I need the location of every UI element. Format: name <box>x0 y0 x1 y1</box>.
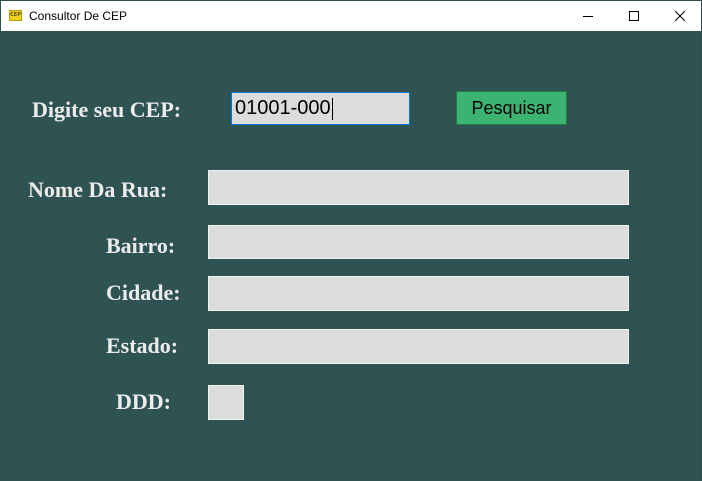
close-icon <box>674 10 686 22</box>
form-area: Digite seu CEP: 01001-000 Pesquisar Nome… <box>1 31 701 480</box>
ddd-label: DDD: <box>116 389 171 414</box>
cep-value: 01001-000 <box>235 97 331 119</box>
minimize-button[interactable] <box>565 1 611 31</box>
close-button[interactable] <box>657 1 701 31</box>
city-field[interactable] <box>208 276 629 311</box>
state-field[interactable] <box>208 329 629 364</box>
minimize-icon <box>583 16 593 17</box>
neighborhood-label: Bairro: <box>106 233 176 258</box>
maximize-icon <box>629 11 639 21</box>
maximize-button[interactable] <box>611 1 657 31</box>
neighborhood-field[interactable] <box>208 225 629 259</box>
title-bar[interactable]: CEP Consultor De CEP <box>1 1 701 31</box>
street-label: Nome Da Rua: <box>28 177 168 202</box>
search-button[interactable]: Pesquisar <box>456 91 567 125</box>
app-icon: CEP <box>9 10 22 21</box>
street-field[interactable] <box>208 170 629 205</box>
city-label: Cidade: <box>106 280 181 305</box>
text-caret <box>331 97 333 120</box>
cep-input[interactable]: 01001-000 <box>231 92 410 125</box>
ddd-field[interactable] <box>208 385 244 420</box>
app-window: CEP Consultor De CEP Digite seu CEP: 010… <box>0 0 702 481</box>
state-label: Estado: <box>106 333 179 358</box>
cep-label: Digite seu CEP: <box>32 97 182 122</box>
window-title: Consultor De CEP <box>29 9 128 23</box>
